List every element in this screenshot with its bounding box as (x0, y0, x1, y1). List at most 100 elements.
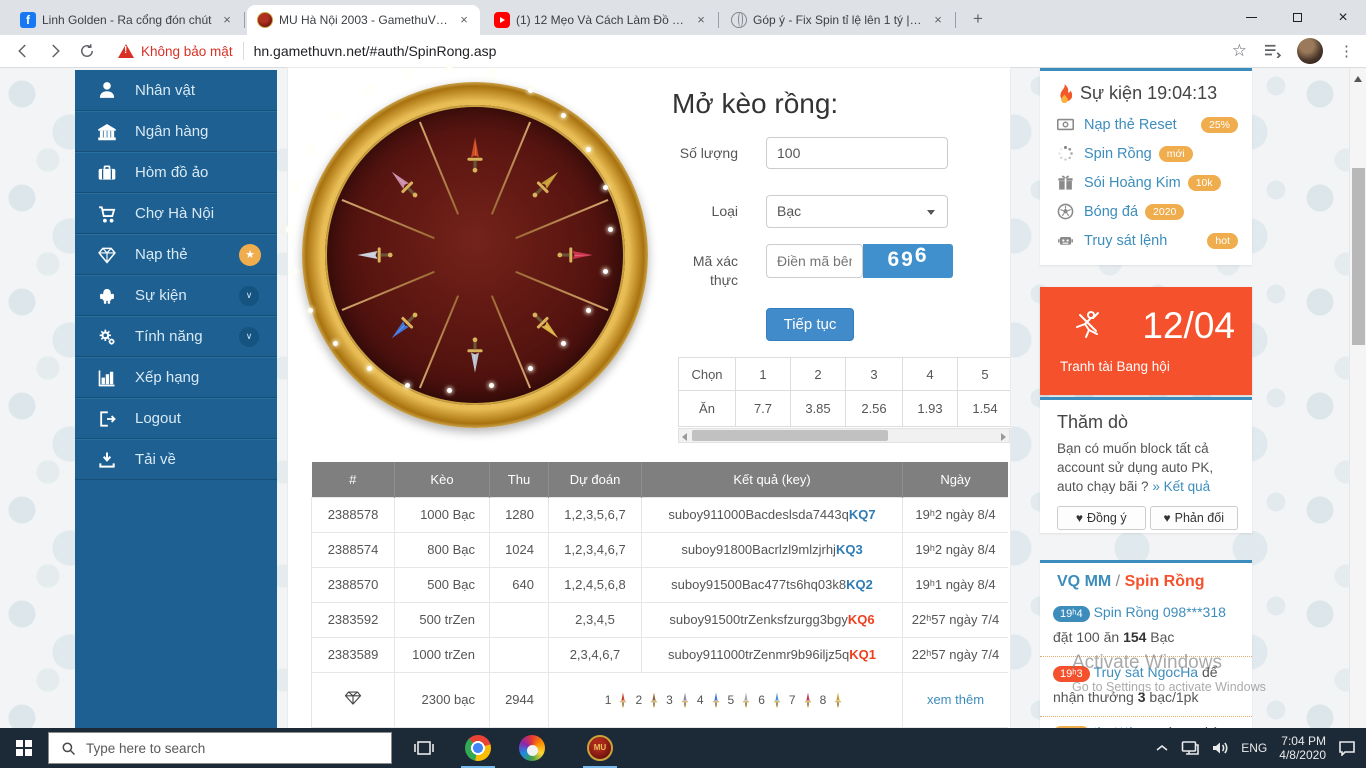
feed-link[interactable]: Spin Rồng 098***318 (1094, 604, 1226, 620)
network-icon[interactable] (1181, 740, 1199, 756)
divider (243, 42, 244, 60)
scroll-up-icon[interactable] (1354, 76, 1362, 82)
sidebar-nav: Nhân vật Ngân hàng Hòm đồ ảo Chợ Hà Nội … (75, 70, 277, 728)
feed-link[interactable]: Truy sát NgocHa (1094, 664, 1199, 680)
sidebar-item-ngan-hang[interactable]: Ngân hàng (75, 111, 277, 152)
sidebar-item-nap-the[interactable]: Nạp thẻ ★ (75, 234, 277, 275)
scrollbar-thumb[interactable] (692, 430, 888, 441)
weapon-strip: 1 2 3 4 5 6 7 8 (549, 687, 902, 713)
wheel-light (586, 147, 591, 152)
refresh-icon[interactable] (78, 42, 96, 60)
table-row: 2383592500 trZen 2,3,4,5 suboy91500trZen… (312, 602, 1009, 637)
speaker-icon[interactable] (1211, 740, 1229, 756)
tab-mu-hanoi[interactable]: MU Hà Nội 2003 - GamethuVN.n × (247, 5, 480, 35)
scroll-left-icon[interactable] (682, 433, 687, 441)
wheel-light (447, 388, 452, 393)
page-scrollbar[interactable] (1349, 68, 1366, 728)
start-button[interactable] (0, 728, 48, 768)
taskbar-search[interactable]: Type here to search (48, 732, 392, 764)
event-item-nap-the-reset[interactable]: Nạp thẻ Reset 25% (1040, 110, 1252, 139)
close-icon[interactable]: × (456, 12, 472, 28)
poll-result-link[interactable]: » Kết quả (1152, 479, 1210, 494)
disagree-button[interactable]: ♥Phản đối (1150, 506, 1239, 530)
sidebar-item-tinh-nang[interactable]: Tính năng ∨ (75, 316, 277, 357)
url-field[interactable]: hn.gamethuvn.net/#auth/SpinRong.asp (254, 43, 497, 59)
sidebar-item-xep-hang[interactable]: Xếp hạng (75, 357, 277, 398)
wheel-spoke (342, 199, 435, 239)
event-item-truy-sat-lenh[interactable]: Truy sát lệnh hot (1040, 226, 1252, 255)
tab-gop-y[interactable]: Góp ý - Fix Spin tỉ lệ lên 1 tý | Pag × (721, 5, 954, 35)
tournament-banner[interactable]: 12/04 Tranh tài Bang hội (1040, 287, 1252, 395)
result-key: KQ1 (849, 647, 876, 662)
type-select[interactable]: Bạc (766, 195, 948, 228)
close-window-button[interactable]: × (1320, 0, 1366, 35)
tab-youtube[interactable]: (1) 12 Mẹo Và Cách Làm Đồ Thủ C × (484, 5, 717, 35)
submit-button[interactable]: Tiếp tục (766, 308, 854, 341)
gears-icon (97, 327, 117, 347)
sidebar-item-nhan-vat[interactable]: Nhân vật (75, 70, 277, 111)
wheel-light (447, 66, 452, 71)
bank-icon (97, 122, 117, 142)
reading-list-icon[interactable] (1263, 44, 1281, 58)
banknote-icon (1057, 116, 1074, 133)
see-more-link[interactable]: xem thêm (927, 692, 984, 707)
quantity-input[interactable] (766, 137, 948, 169)
menu-kebab-icon[interactable]: ⋮ (1339, 42, 1354, 60)
odds-header-cell: 5 (958, 358, 1011, 391)
close-icon[interactable]: × (219, 12, 235, 28)
time-badge: 19ʰ3 (1053, 666, 1090, 682)
security-warning-label[interactable]: Không bảo mật (141, 44, 233, 59)
language-indicator[interactable]: ENG (1241, 741, 1267, 755)
scrollbar-thumb[interactable] (1352, 168, 1365, 345)
sidebar-item-cho-ha-noi[interactable]: Chợ Hà Nội (75, 193, 277, 234)
tab-title: Góp ý - Fix Spin tỉ lệ lên 1 tý | Pag (753, 13, 924, 27)
wheel-light (308, 308, 313, 313)
logout-icon (97, 409, 117, 429)
clock[interactable]: 7:04 PM 4/8/2020 (1279, 734, 1326, 762)
forward-icon[interactable] (46, 42, 64, 60)
hidden-icons-chevron[interactable] (1155, 743, 1169, 753)
feed-title-spin-rong[interactable]: Spin Rồng (1125, 573, 1205, 590)
main-content: Mở kèo rồng: Số lượng Loại Bạc Mã xác th… (288, 68, 1010, 728)
taskbar-chrome-button[interactable] (458, 728, 498, 768)
wheel-light (367, 366, 372, 371)
action-center-icon[interactable] (1338, 740, 1356, 756)
captcha-input[interactable] (766, 244, 863, 278)
minimize-button[interactable] (1228, 0, 1274, 35)
task-view-button[interactable] (404, 728, 444, 768)
spin-wheel-face (325, 105, 625, 405)
wheel-weapon-icon (377, 157, 431, 211)
security-warning-icon[interactable] (118, 44, 134, 58)
spin-wheel[interactable] (302, 82, 648, 428)
feed-item: 19ʰ2tha***bom vừa ra kèo 1596601 (150 Bạ… (1040, 717, 1252, 728)
scroll-right-icon[interactable] (1001, 433, 1006, 441)
browser-tab-bar: f Linh Golden - Ra cổng đón chút × MU Hà… (0, 0, 1366, 35)
agree-button[interactable]: ♥Đồng ý (1057, 506, 1146, 530)
new-tab-button[interactable]: + (966, 8, 990, 32)
profile-avatar[interactable] (1297, 38, 1323, 64)
restore-button[interactable] (1274, 0, 1320, 35)
event-item-soi-hoang-kim[interactable]: Sói Hoàng Kim 10k (1040, 168, 1252, 197)
back-icon[interactable] (14, 42, 32, 60)
event-item-spin-rong[interactable]: Spin Rồng mới (1040, 139, 1252, 168)
bookmark-star-icon[interactable]: ☆ (1232, 41, 1247, 61)
search-icon (61, 741, 76, 756)
quantity-label: Số lượng (628, 145, 738, 161)
close-icon[interactable]: × (930, 12, 946, 28)
event-item-bong-da[interactable]: Bóng đá 2020 (1040, 197, 1252, 226)
tab-title: (1) 12 Mẹo Và Cách Làm Đồ Thủ C (516, 13, 687, 27)
wheel-spoke (342, 271, 435, 311)
captcha-image: 696 (863, 244, 953, 278)
sidebar-item-su-kien[interactable]: Sự kiện ∨ (75, 275, 277, 316)
weapon-icon (677, 687, 693, 713)
sidebar-item-tai-ve[interactable]: Tải về (75, 439, 277, 480)
taskbar-mu-button[interactable]: MU (580, 728, 620, 768)
feed-title-vqmm[interactable]: VQ MM (1057, 573, 1111, 590)
tab-title: Linh Golden - Ra cổng đón chút (42, 13, 213, 27)
taskbar-paint-button[interactable] (512, 728, 552, 768)
sidebar-item-logout[interactable]: Logout (75, 398, 277, 439)
odds-horizontal-scrollbar[interactable] (678, 428, 1010, 443)
sidebar-item-hom-do-ao[interactable]: Hòm đồ ảo (75, 152, 277, 193)
close-icon[interactable]: × (693, 12, 709, 28)
tab-facebook[interactable]: f Linh Golden - Ra cổng đón chút × (10, 5, 243, 35)
